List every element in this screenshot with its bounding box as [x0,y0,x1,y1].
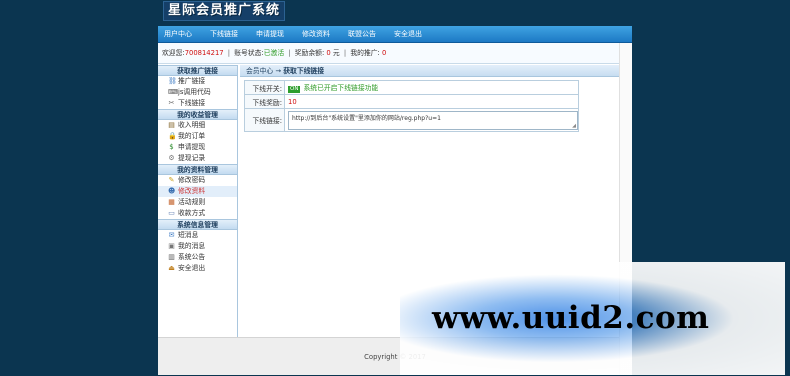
sidebar-item[interactable]: ▣ 我的消息 [158,241,237,252]
resize-grip-icon[interactable]: ◢ [572,123,576,129]
link-field-label: 下线链接: [244,108,285,132]
switch-value: ON 系统已开启下线链接功能 [284,80,579,95]
welcome-label: 欢迎您: [162,49,185,57]
watermark: www.uuid2.com [400,262,785,375]
notice-icon: ▥ [168,253,175,261]
sidebar-item-label: 修改密码 [178,176,206,184]
sidebar-item[interactable]: ✉ 短消息 [158,230,237,241]
sidebar-item[interactable]: ✂ 下线链接 [158,98,237,109]
reward-unit: 元 [332,49,340,57]
sidebar-item-label: 安全退出 [178,264,206,272]
downline-link-textarea[interactable]: http://到后台"系统设置"里添加你的网站/reg.php?u=1 ◢ [288,110,578,130]
sidebar-item[interactable]: ☻ 修改资料 [158,186,237,197]
sidebar-group-header: 系统信息管理 [158,219,237,230]
sidebar-item-label: 活动规则 [178,198,206,206]
breadcrumb: 会员中心 → 获取下线链接 [240,65,632,77]
reward-field-label: 下线奖励: [244,94,285,109]
sidebar-item[interactable]: ⚙ 提现记录 [158,153,237,164]
nav-withdraw[interactable]: 申请提现 [247,26,293,43]
sidebar-item[interactable]: ▤ 收入明细 [158,120,237,131]
sidebar: 获取推广链接 ⛓ 推广链接 ⌨ js调用代码 ✂ 下线链接 我的收益管理 ▤ 收入明细 🔒 我的订单 $… [158,65,238,337]
sidebar-item-label: 收款方式 [178,209,206,217]
downline-form: 下线开关: ON 系统已开启下线链接功能 下线奖励: 10 下线链接: http:… [244,80,579,132]
downline-link-text: http://到后台"系统设置"里添加你的网站/reg.php?u=1 [292,114,441,122]
breadcrumb-arrow: → [275,67,282,75]
sidebar-item[interactable]: ⏏ 安全退出 [158,263,237,274]
sidebar-group-header: 获取推广链接 [158,65,237,76]
sidebar-item-label: 推广链接 [178,77,206,85]
reward-value: 0 [326,49,331,57]
sidebar-item-label: js调用代码 [178,88,211,96]
sidebar-item-label: 提现记录 [178,154,206,162]
sidebar-item-label: 我的消息 [178,242,206,250]
reward-field-value: 10 [284,94,579,109]
top-nav: 用户中心 下线链接 申请提现 修改资料 联盟公告 安全退出 [158,26,632,43]
nav-downline-link[interactable]: 下线链接 [201,26,247,43]
switch-label: 下线开关: [244,80,285,95]
sidebar-item[interactable]: ▥ 系统公告 [158,252,237,263]
sidebar-group-header: 我的资料管理 [158,164,237,175]
sidebar-item-label: 下线链接 [178,99,206,107]
sidebar-item[interactable]: $ 申请提现 [158,142,237,153]
sidebar-item[interactable]: ⛓ 推广链接 [158,76,237,87]
gear-icon: ⚙ [168,154,175,162]
switch-text: 系统已开启下线链接功能 [303,84,379,92]
sidebar-item-label: 我的订单 [178,132,206,140]
switch-on-badge: ON [288,86,301,93]
document-icon: ▤ [168,121,175,129]
sidebar-group-header: 我的收益管理 [158,109,237,120]
nav-user-center[interactable]: 用户中心 [158,26,201,43]
breadcrumb-current: 获取下线链接 [283,67,325,75]
sidebar-item-label: 系统公告 [178,253,206,261]
code-icon: ⌨ [168,88,179,96]
account-info-bar: 欢迎您:700814217 | 账号状态:已激活 | 奖励余额: 0 元 | 我… [158,43,632,64]
inbox-icon: ▣ [168,242,175,250]
sidebar-item-label: 短消息 [178,231,199,239]
sidebar-item[interactable]: ▭ 收款方式 [158,208,237,219]
pencil-icon: ✎ [168,176,175,184]
status-label: 账号状态: [234,49,264,57]
sidebar-item-label: 申请提现 [178,143,206,151]
watermark-text: www.uuid2.com [432,300,710,336]
app-logo: 星际会员推广系统 [163,1,286,21]
nav-edit-profile[interactable]: 修改资料 [293,26,339,43]
promo-value: 0 [382,49,387,57]
promo-label: 我的推广: [350,49,380,57]
sidebar-item-label: 收入明细 [178,121,206,129]
rules-icon: ▦ [168,198,175,206]
link-icon: ⛓ [168,77,177,85]
breadcrumb-home[interactable]: 会员中心 [246,67,273,75]
sidebar-item[interactable]: ▦ 活动规则 [158,197,237,208]
sidebar-item[interactable]: 🔒 我的订单 [158,131,237,142]
card-icon: ▭ [168,209,175,217]
status-value: 已激活 [263,49,285,57]
money-icon: $ [169,143,174,151]
users-icon: ☻ [168,187,176,195]
logout-icon: ⏏ [168,264,175,272]
message-icon: ✉ [168,231,175,239]
username: 700814217 [184,49,224,57]
sidebar-item-label: 修改资料 [178,187,206,195]
lock-icon: 🔒 [168,132,177,140]
sidebar-item[interactable]: ✎ 修改密码 [158,175,237,186]
tools-icon: ✂ [168,99,175,107]
nav-notice[interactable]: 联盟公告 [339,26,385,43]
nav-logout[interactable]: 安全退出 [385,26,431,43]
sidebar-item[interactable]: ⌨ js调用代码 [158,87,237,98]
reward-label: 奖励余额: [294,49,325,57]
